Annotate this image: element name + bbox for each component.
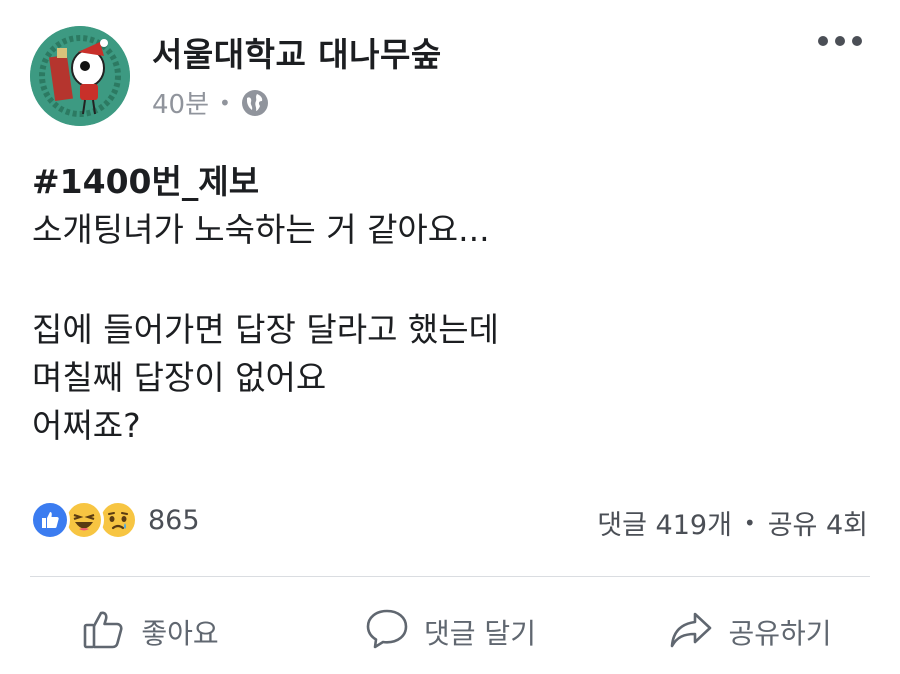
more-options-icon[interactable] (818, 36, 862, 46)
meta-separator: • (219, 90, 231, 115)
divider (30, 576, 870, 577)
comments-count[interactable]: 댓글 419개 (597, 503, 732, 542)
post-stats: 댓글 419개 • 공유 4회 (597, 503, 868, 542)
haha-reaction-icon (64, 500, 104, 540)
post-body: #1400번_제보 소개팅녀가 노숙하는 거 같아요... 집에 들어가면 답장… (32, 158, 872, 450)
more-dot (835, 36, 845, 46)
post-meta: 40분 • (152, 84, 269, 121)
like-label: 좋아요 (141, 617, 219, 650)
post-line: 어쩌죠? (32, 406, 141, 445)
post-line: 집에 들어가면 답장 달라고 했는데 (32, 310, 499, 349)
more-dot (852, 36, 862, 46)
globe-icon (241, 89, 269, 117)
action-bar: 좋아요 댓글 달기 공유하기 (0, 596, 900, 668)
comment-label: 댓글 달기 (424, 617, 536, 650)
more-dot (818, 36, 828, 46)
post-line: 소개팅녀가 노숙하는 거 같아요... (32, 210, 490, 249)
post-line: 며칠째 답장이 없어요 (32, 358, 327, 397)
post-hashtag[interactable]: #1400번_제보 (32, 158, 872, 206)
like-button[interactable]: 좋아요 (0, 596, 300, 668)
avatar-illustration (30, 26, 130, 126)
reactions-summary[interactable]: 865 (30, 500, 200, 540)
share-button[interactable]: 공유하기 (600, 596, 900, 668)
comment-icon (364, 606, 410, 659)
page-avatar[interactable] (30, 26, 130, 126)
share-label: 공유하기 (728, 617, 832, 650)
page-name[interactable]: 서울대학교 대나무숲 (152, 28, 442, 76)
comment-button[interactable]: 댓글 달기 (300, 596, 600, 668)
facebook-post: 서울대학교 대나무숲 40분 • #1400번_제보 소개팅녀가 노숙하는 거 … (0, 0, 900, 674)
shares-count[interactable]: 공유 4회 (768, 503, 868, 542)
share-arrow-icon (668, 606, 714, 659)
post-time[interactable]: 40분 (152, 84, 209, 121)
like-reaction-icon (30, 500, 70, 540)
sad-reaction-icon (98, 500, 138, 540)
reaction-count: 865 (148, 504, 200, 536)
thumbs-up-icon (81, 606, 127, 659)
stats-separator: • (743, 510, 756, 535)
